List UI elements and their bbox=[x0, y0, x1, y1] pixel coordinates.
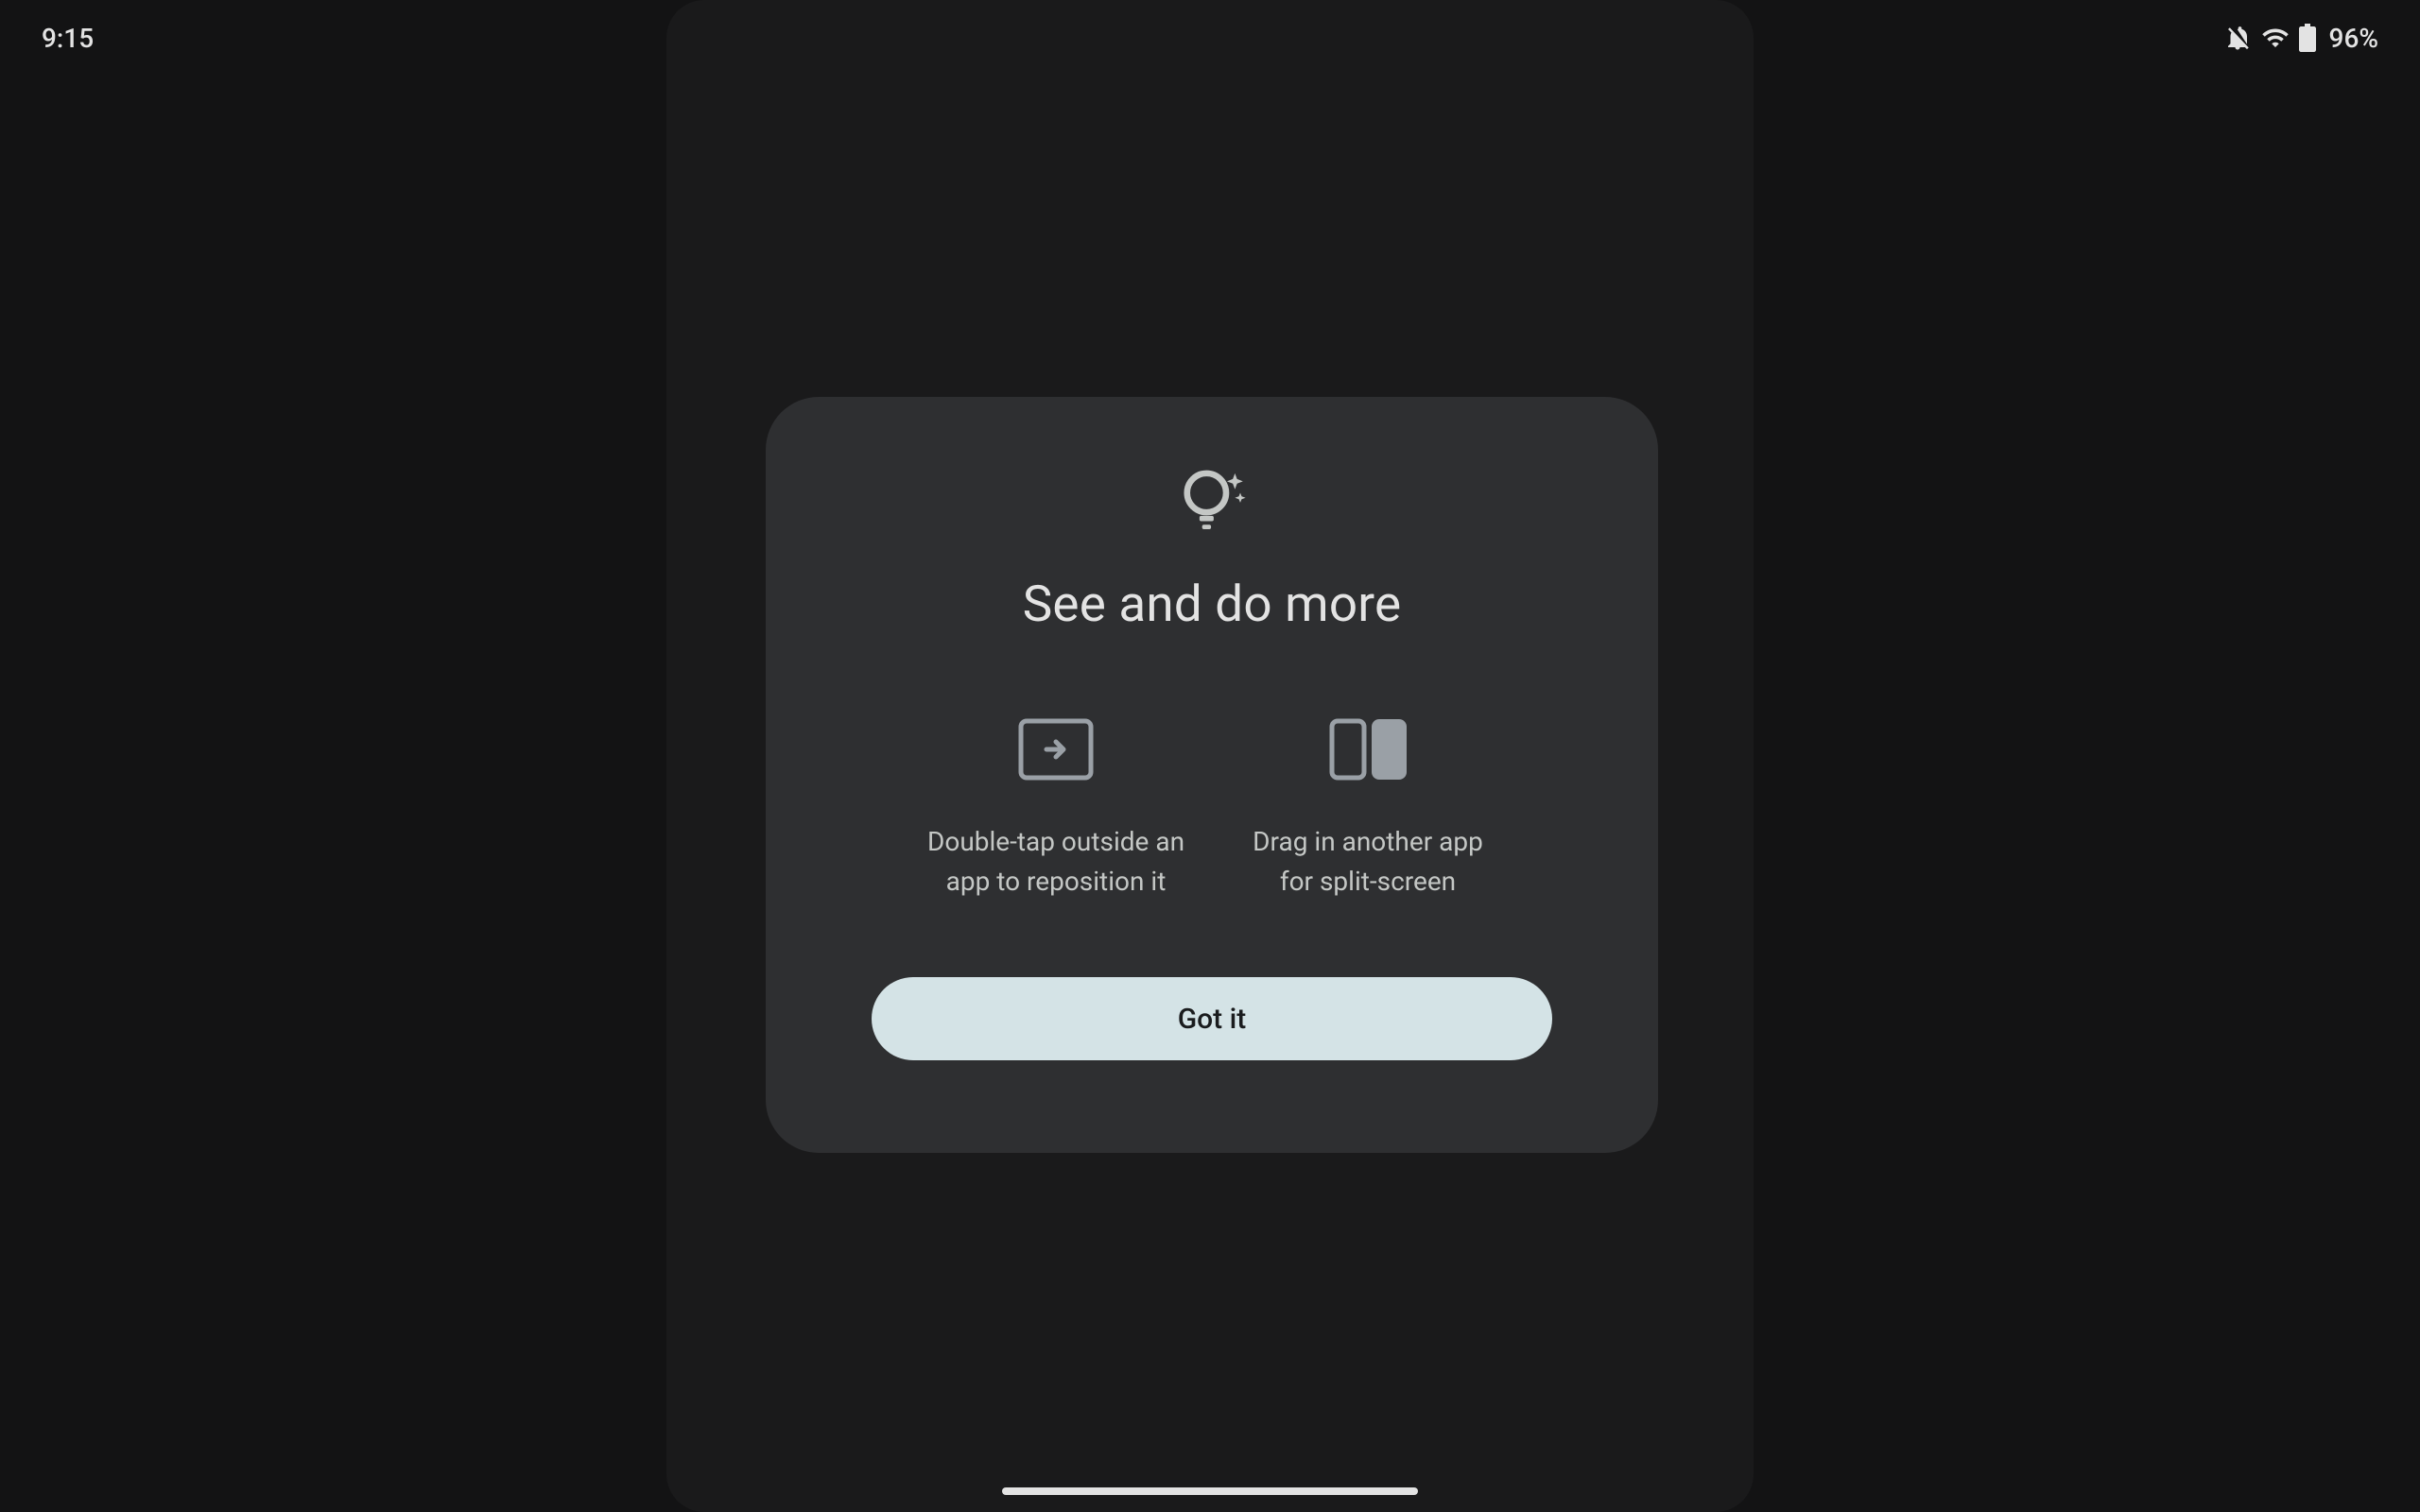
tip-reposition: Double-tap outside an app to reposition … bbox=[924, 718, 1188, 902]
reposition-icon bbox=[1018, 718, 1094, 784]
status-icons: 96% bbox=[2223, 23, 2378, 54]
battery-percent: 96% bbox=[2329, 23, 2378, 54]
tips-row: Double-tap outside an app to reposition … bbox=[924, 718, 1500, 902]
split-screen-icon bbox=[1329, 718, 1407, 784]
tip-text: Double-tap outside an app to reposition … bbox=[924, 822, 1188, 902]
battery-icon bbox=[2299, 24, 2316, 52]
wifi-icon bbox=[2261, 24, 2290, 52]
notifications-off-icon bbox=[2223, 24, 2252, 52]
lightbulb-sparkle-icon bbox=[1169, 457, 1254, 546]
navigation-handle[interactable] bbox=[1002, 1487, 1418, 1495]
dialog-title: See and do more bbox=[1023, 575, 1402, 633]
status-bar: 9:15 96% bbox=[0, 0, 2420, 76]
got-it-button[interactable]: Got it bbox=[872, 977, 1552, 1060]
tips-dialog: See and do more Double-tap outside an ap… bbox=[766, 397, 1658, 1153]
status-time: 9:15 bbox=[42, 23, 94, 54]
tip-text: Drag in another app for split-screen bbox=[1236, 822, 1500, 902]
tip-split-screen: Drag in another app for split-screen bbox=[1236, 718, 1500, 902]
